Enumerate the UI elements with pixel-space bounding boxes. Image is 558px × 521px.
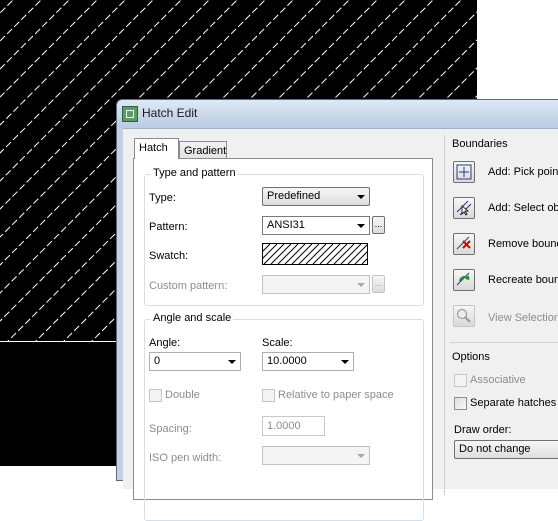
chevron-down-icon bbox=[341, 360, 349, 364]
swatch-hatch-preview bbox=[263, 244, 367, 264]
chevron-down-icon bbox=[357, 454, 365, 458]
chevron-down-icon bbox=[228, 360, 236, 364]
add-select-objects-button[interactable] bbox=[453, 197, 475, 219]
pattern-value: ANSI31 bbox=[267, 219, 305, 231]
pattern-dropdown[interactable]: ANSI31 bbox=[262, 216, 370, 235]
group-title-type-pattern: Type and pattern bbox=[151, 167, 238, 179]
swatch-line bbox=[263, 244, 278, 259]
vertical-separator bbox=[444, 135, 445, 495]
double-label: Double bbox=[165, 389, 200, 401]
custom-pattern-label: Custom pattern: bbox=[149, 280, 228, 292]
view-selections-label[interactable]: View Selection bbox=[488, 312, 558, 324]
window-title: Hatch Edit bbox=[142, 106, 198, 120]
recreate-boundary-button[interactable] bbox=[453, 269, 475, 291]
recreate-boundary-icon bbox=[456, 272, 470, 286]
iso-pen-width-dropdown[interactable] bbox=[262, 446, 370, 465]
pick-points-icon bbox=[456, 164, 472, 180]
hatch-edit-dialog: Hatch Edit Gradient Hatch Type and patte… bbox=[116, 99, 558, 521]
spacing-label: Spacing: bbox=[149, 423, 192, 435]
add-select-objects-label[interactable]: Add: Select obj bbox=[488, 202, 558, 214]
options-separator bbox=[450, 342, 558, 343]
type-dropdown[interactable]: Predefined bbox=[262, 187, 370, 206]
angle-dropdown[interactable]: 0 bbox=[149, 352, 241, 371]
remove-boundaries-button[interactable] bbox=[453, 233, 475, 255]
add-pick-points-button[interactable] bbox=[453, 161, 475, 183]
add-pick-points-label[interactable]: Add: Pick point bbox=[488, 166, 558, 178]
tab-gradient[interactable]: Gradient bbox=[179, 141, 227, 159]
double-checkbox[interactable] bbox=[149, 389, 162, 402]
magnifier-icon bbox=[456, 308, 471, 323]
custom-pattern-browse-button[interactable]: ... bbox=[372, 275, 385, 293]
scale-dropdown[interactable]: 10.0000 bbox=[262, 352, 354, 371]
iso-pen-width-label: ISO pen width: bbox=[149, 452, 222, 464]
draw-order-label: Draw order: bbox=[454, 424, 512, 436]
chevron-down-icon bbox=[357, 283, 365, 287]
hatch-line bbox=[0, 0, 98, 98]
hatch-tab-page: Type and pattern Type: Predefined Patter… bbox=[133, 158, 433, 521]
custom-pattern-dropdown[interactable] bbox=[262, 275, 370, 294]
scale-value: 10.0000 bbox=[267, 355, 307, 367]
draw-order-dropdown[interactable]: Do not change bbox=[454, 440, 558, 459]
pattern-label: Pattern: bbox=[149, 221, 188, 233]
drawing-area-lower bbox=[0, 342, 116, 466]
boundaries-title: Boundaries bbox=[452, 138, 508, 150]
select-objects-icon bbox=[456, 200, 472, 216]
scale-label: Scale: bbox=[262, 337, 293, 349]
associative-label: Associative bbox=[470, 374, 526, 386]
relative-to-paper-space-label: Relative to paper space bbox=[278, 389, 394, 401]
hatch-line bbox=[0, 0, 42, 42]
title-bar[interactable]: Hatch Edit bbox=[117, 100, 558, 128]
angle-value: 0 bbox=[154, 355, 161, 367]
recreate-boundary-label[interactable]: Recreate boun bbox=[488, 274, 558, 286]
relative-to-paper-space-checkbox[interactable] bbox=[262, 389, 275, 402]
swatch-label: Swatch: bbox=[149, 250, 189, 262]
hatch-app-icon bbox=[122, 106, 138, 122]
remove-boundaries-label[interactable]: Remove bound bbox=[488, 238, 558, 250]
pattern-browse-button[interactable]: ... bbox=[372, 216, 385, 234]
hatch-line bbox=[0, 0, 126, 126]
separate-hatches-checkbox[interactable] bbox=[454, 397, 467, 410]
spacing-input[interactable]: 1.0000 bbox=[262, 416, 325, 436]
remove-boundaries-icon bbox=[456, 236, 471, 250]
associative-checkbox[interactable] bbox=[454, 374, 467, 387]
options-title: Options bbox=[452, 351, 490, 363]
swatch-preview[interactable] bbox=[262, 243, 368, 265]
separate-hatches-label: Separate hatches bbox=[470, 397, 557, 409]
view-selections-button[interactable] bbox=[453, 305, 475, 327]
chevron-down-icon bbox=[357, 195, 365, 199]
type-value: Predefined bbox=[267, 190, 321, 202]
angle-label: Angle: bbox=[149, 337, 181, 349]
group-title-angle-scale: Angle and scale bbox=[151, 312, 234, 324]
dialog-client: Gradient Hatch Type and pattern Type: Pr… bbox=[123, 128, 558, 521]
type-label: Type: bbox=[149, 192, 176, 204]
tab-hatch[interactable]: Hatch bbox=[134, 138, 179, 159]
draw-order-value: Do not change bbox=[459, 443, 531, 455]
chevron-down-icon bbox=[357, 224, 365, 228]
